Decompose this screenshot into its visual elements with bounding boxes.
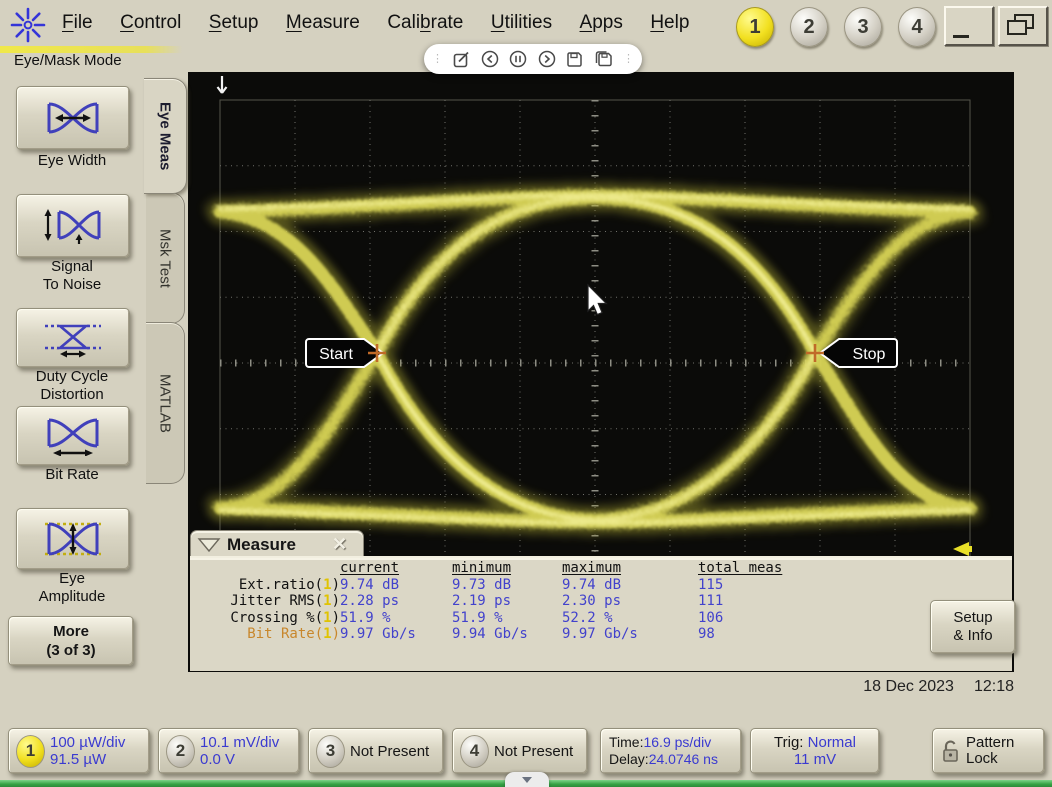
cell: 9.73 dB xyxy=(452,576,512,593)
save-icon[interactable] xyxy=(566,51,583,68)
cell: 9.74 dB xyxy=(562,576,622,593)
col-header: minimum xyxy=(452,560,512,576)
channel-1-badge: 1 xyxy=(16,734,45,768)
measure-panel: Measure ✕ current minimum maximum total … xyxy=(190,530,1016,671)
channel-3-badge: 3 xyxy=(316,734,345,768)
setup-info-button[interactable]: Setup & Info xyxy=(930,600,1016,654)
instrument-window: File Control Setup Measure Calibrate Uti… xyxy=(0,0,1052,787)
eye-width-button[interactable] xyxy=(16,86,130,150)
edit-icon[interactable] xyxy=(453,51,470,68)
row-label: Jitter RMS(1) xyxy=(230,593,340,609)
screen-key-4[interactable]: 4 xyxy=(898,7,936,47)
signal-to-noise-icon xyxy=(44,209,101,244)
menu-setup[interactable]: Setup xyxy=(209,12,259,34)
back-icon[interactable] xyxy=(481,50,499,68)
cell: 106 xyxy=(698,609,724,626)
signal-to-noise-button[interactable] xyxy=(16,194,130,258)
row-label: Ext.ratio(1) xyxy=(238,576,340,593)
cell: 2.30 ps xyxy=(562,593,622,609)
cell: 51.9 % xyxy=(452,609,503,626)
menu-file[interactable]: File xyxy=(62,12,93,34)
measure-panel-titlebar: Measure ✕ xyxy=(190,530,364,558)
tab-eye-meas[interactable]: Eye Meas xyxy=(144,78,187,194)
cell: 2.19 ps xyxy=(452,593,512,609)
row-label: Crossing %(1) xyxy=(230,609,340,626)
bit-rate-icon xyxy=(47,418,99,456)
channel-3-button[interactable]: 3 Not Present xyxy=(308,728,444,774)
cell: 9.74 dB xyxy=(340,576,400,593)
bit-rate-button[interactable] xyxy=(16,406,130,466)
menu-bar: File Control Setup Measure Calibrate Uti… xyxy=(0,0,1052,47)
datetime: 18 Dec 2023 12:18 xyxy=(863,678,1014,696)
channel-scale-arrow-icon xyxy=(216,76,228,94)
measure-panel-body: current minimum maximum total meas Ext.r… xyxy=(190,556,1016,671)
restore-button[interactable] xyxy=(998,6,1048,46)
pattern-lock-button[interactable]: Pattern Lock xyxy=(932,728,1045,774)
agilent-logo-icon xyxy=(10,7,46,43)
mode-label: Eye/Mask Mode xyxy=(0,45,182,72)
menu-utilities[interactable]: Utilities xyxy=(491,12,552,34)
channel-4-button[interactable]: 4 Not Present xyxy=(452,728,588,774)
cell: 9.97 Gb/s xyxy=(562,626,638,642)
bottom-pull-tab[interactable] xyxy=(505,772,549,787)
screen-key-2[interactable]: 2 xyxy=(790,7,828,47)
mouse-cursor xyxy=(587,283,608,316)
menu-apps[interactable]: Apps xyxy=(580,12,623,34)
drag-handle-icon[interactable]: ⋮ xyxy=(432,54,443,65)
save-all-icon[interactable] xyxy=(594,50,613,68)
channel-1-button[interactable]: 1 100 µW/div 91.5 µW xyxy=(8,728,150,774)
menu-measure[interactable]: Measure xyxy=(286,12,360,34)
lock-icon xyxy=(943,740,958,762)
collapse-icon[interactable] xyxy=(197,537,221,553)
col-header: total meas xyxy=(698,560,783,576)
col-header: maximum xyxy=(562,560,622,576)
minimize-icon xyxy=(953,35,969,38)
row-label-selected: Bit Rate(1) xyxy=(247,626,340,642)
cell: 2.28 ps xyxy=(340,593,400,609)
trigger-button[interactable]: Trig: Normal 11 mV xyxy=(750,728,880,774)
cell: 9.97 Gb/s xyxy=(340,626,416,642)
timebase-button[interactable]: Time:16.9 ps/div Delay:24.0746 ns xyxy=(600,728,742,774)
cell: 51.9 % xyxy=(340,609,391,626)
cell: 111 xyxy=(698,593,724,609)
channel-4-badge: 4 xyxy=(460,734,489,768)
duty-cycle-distortion-icon xyxy=(45,324,101,358)
tab-matlab[interactable]: MATLAB xyxy=(146,322,185,484)
cell: 98 xyxy=(698,626,715,642)
minimize-button[interactable] xyxy=(944,6,994,46)
forward-icon[interactable] xyxy=(538,50,556,68)
menu-control[interactable]: Control xyxy=(120,12,181,34)
svg-text:Stop: Stop xyxy=(853,346,886,363)
date-label: 18 Dec 2023 xyxy=(863,678,954,695)
overlay-toolbar: ⋮ ⋮ xyxy=(424,44,642,74)
cell: 52.2 % xyxy=(562,609,613,626)
menu-help[interactable]: Help xyxy=(650,12,689,34)
eye-amplitude-icon xyxy=(45,522,101,556)
eye-width-icon xyxy=(47,102,99,134)
eye-amplitude-button[interactable] xyxy=(16,508,130,570)
cell: 9.94 Gb/s xyxy=(452,626,528,642)
more-button[interactable]: More (3 of 3) xyxy=(8,616,134,666)
measure-panel-title: Measure xyxy=(227,534,296,554)
channel-2-button[interactable]: 2 10.1 mV/div 0.0 V xyxy=(158,728,300,774)
col-header: current xyxy=(340,560,400,576)
tab-msk-test[interactable]: Msk Test xyxy=(146,192,185,324)
close-icon[interactable]: ✕ xyxy=(332,534,347,555)
time-label: 12:18 xyxy=(973,678,1014,695)
screen-key-3[interactable]: 3 xyxy=(844,7,882,47)
measure-table: current minimum maximum total meas Ext.r… xyxy=(198,560,898,643)
svg-text:Start: Start xyxy=(319,346,353,363)
pause-icon[interactable] xyxy=(509,50,527,68)
sidebar: Msk Test MATLAB Eye Meas Eye Width Signa… xyxy=(0,72,188,712)
channel-2-badge: 2 xyxy=(166,734,195,768)
screen-key-1[interactable]: 1 xyxy=(736,7,774,47)
menu-calibrate[interactable]: Calibrate xyxy=(387,12,463,34)
duty-cycle-distortion-button[interactable] xyxy=(16,308,130,368)
drag-handle-icon[interactable]: ⋮ xyxy=(623,54,634,65)
chevron-down-icon xyxy=(522,776,532,783)
cell: 115 xyxy=(698,576,724,593)
